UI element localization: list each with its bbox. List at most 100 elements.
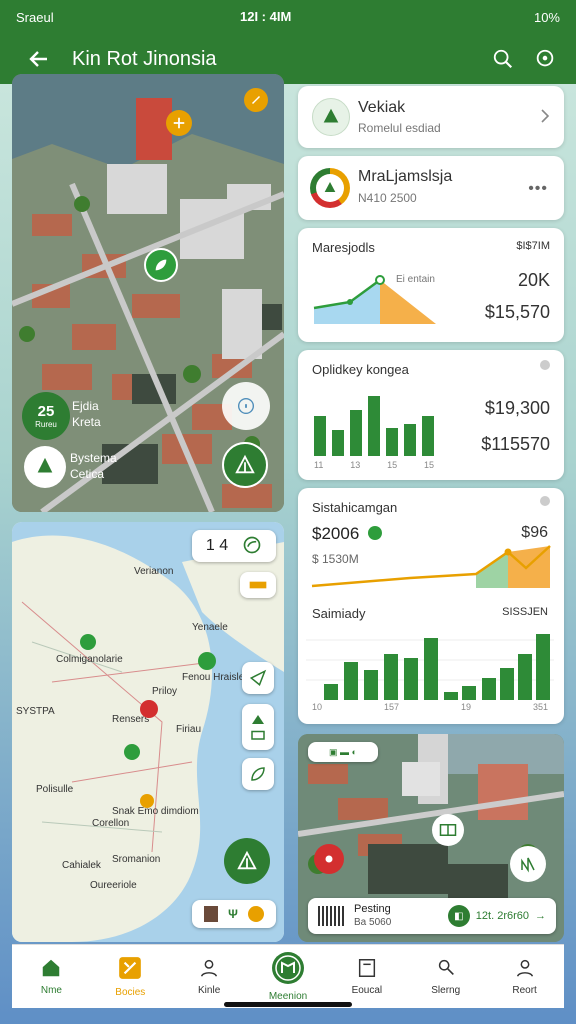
photo-tag-chip[interactable]: ▣ ▬ ◐ — [308, 742, 378, 762]
card-vekiak[interactable]: Vekiak Romelul esdiad — [298, 86, 564, 148]
photo-action[interactable]: ◧ 12t. 2r6r60 → — [447, 905, 546, 927]
card5-price: $2006 — [312, 524, 360, 543]
card5-tick-4: 351 — [532, 702, 548, 712]
map-pin-green-1[interactable] — [80, 634, 96, 650]
card2-title: MraLjamslsja — [358, 168, 453, 185]
aerial-city-map[interactable]: 25 Rureu Ejdia Kreta Bystema Cetica — [12, 74, 284, 512]
search-icon[interactable] — [486, 42, 520, 76]
card1-subtitle: Romelul esdiad — [358, 121, 441, 135]
card4-axis: 11 13 15 15 — [314, 460, 434, 470]
map-label-6: Priloy — [152, 686, 178, 697]
aerial-photo-card[interactable]: ▣ ▬ ◐ Pesting Ba 5060 ◧ 12t. 2r6r60 → — [298, 734, 564, 942]
map-pin-green-2[interactable] — [198, 652, 216, 670]
card-mraljamslsja[interactable]: MraLjamslsja N410 2500 ••• — [298, 156, 564, 220]
badge-caption: Ejdia Kreta — [72, 398, 101, 430]
map-amber-pin[interactable] — [166, 110, 192, 136]
regional-map[interactable]: Verianon Yenaele Colmiganolarie Fenou Hr… — [12, 522, 284, 942]
map-pin-amber[interactable] — [140, 794, 154, 808]
photo-red-pin[interactable] — [314, 844, 344, 874]
status-dot-icon — [540, 360, 550, 370]
bottom-navigation: Nme Bocies Kinle Meenion Eoucal Slerng R… — [12, 944, 564, 1008]
search-person-icon — [438, 959, 454, 976]
nav-item-search-person[interactable]: Slerng — [406, 945, 485, 1008]
photo-info-bar[interactable]: Pesting Ba 5060 ◧ 12t. 2r6r60 → — [308, 898, 556, 934]
map-label-14: Oureeriole — [90, 880, 137, 891]
card-maresjodls[interactable]: Maresjodls $I$7IM Ei entain 20K $15,570 — [298, 228, 564, 342]
nav-item-bookmark[interactable]: Eoucal — [327, 945, 406, 1008]
more-options-icon[interactable]: ••• — [528, 180, 548, 198]
pin-line-1: Bystema — [70, 451, 117, 465]
map-tool-2[interactable] — [242, 704, 274, 750]
leaf-badge-icon — [312, 98, 350, 136]
card5-tick-2: 157 — [383, 702, 400, 712]
page-title: Kin Rot Jinonsia — [72, 47, 217, 70]
map-small-pin[interactable] — [244, 88, 268, 112]
route-chip[interactable] — [240, 572, 276, 598]
card3-mini: Ei entain — [396, 274, 435, 285]
bar-chart-1 — [314, 396, 434, 456]
colorful-badge-icon — [310, 168, 350, 208]
map-tool-1[interactable] — [242, 662, 274, 694]
map-leaf-pin[interactable] — [144, 248, 178, 282]
thumbnail-icon — [204, 906, 219, 922]
map-label-11: Corellon — [92, 818, 130, 829]
card5-subtitle2: Saimiady — [312, 606, 366, 621]
badge-value: 25 — [37, 403, 55, 420]
photo-map-button[interactable] — [432, 814, 464, 846]
tools-icon — [119, 957, 142, 979]
map-fab[interactable] — [224, 838, 270, 884]
bar-chart-2 — [306, 634, 554, 700]
map-count-badge[interactable]: 25 Rureu — [22, 392, 70, 440]
pin-caption: Bystema Cetica — [70, 450, 117, 482]
map-icon — [272, 952, 304, 984]
user-icon — [201, 959, 218, 977]
map-label-3: Colmiganolarie — [56, 654, 123, 665]
map-pin-red[interactable] — [140, 700, 158, 718]
card-sistahicamgan[interactable]: Sistahicamgan $2006 $96 $ 1530M Saimiady… — [298, 488, 564, 724]
trees-icon: Ψ — [228, 907, 238, 921]
bookmark-icon — [358, 959, 375, 977]
card5-axis: 10 157 19 351 — [312, 702, 548, 712]
home-icon — [43, 959, 60, 977]
map-label-13: Sromanion — [112, 854, 161, 865]
map-label-10: Snak Emo dimdiom — [112, 806, 199, 817]
compass-button[interactable] — [222, 382, 270, 430]
nav-item-home[interactable]: Nme — [12, 945, 91, 1008]
back-arrow-icon[interactable] — [22, 42, 56, 76]
badge-sub: Rureu — [35, 420, 57, 429]
home-indicator — [224, 1002, 352, 1007]
nav-item-profile[interactable]: Reort — [485, 945, 564, 1008]
photo-chip-sub: Ba 5060 — [354, 917, 392, 928]
map-tool-3[interactable] — [242, 758, 274, 790]
photo-chart-button[interactable] — [510, 846, 546, 882]
tree-pin-button[interactable] — [24, 446, 66, 488]
card5-tag2: SISSJEN — [502, 606, 548, 618]
map-label-4: Fenou Hraisler — [182, 672, 248, 683]
card-oplidkey[interactable]: Oplidkey kongea 11 13 15 15 $19,300 $115… — [298, 350, 564, 480]
map-bottom-chip[interactable]: Ψ — [192, 900, 276, 928]
status-time: 12I : 4IM — [240, 9, 292, 24]
card3-title: Maresjodls — [312, 240, 375, 255]
card4-value1: $19,300 — [484, 398, 550, 418]
amber-dot-icon — [247, 906, 264, 922]
card2-subtitle: N410 2500 — [358, 191, 417, 205]
nav-label-home: Nme — [40, 985, 62, 996]
nav-label-search: Slerng — [431, 985, 461, 996]
layers-button[interactable] — [222, 442, 268, 488]
nav-item-map[interactable]: Meenion — [249, 945, 328, 1008]
nav-item-user[interactable]: Kinle — [170, 945, 249, 1008]
location-pin-icon[interactable] — [528, 42, 562, 76]
top-chip-text: 1 4 — [205, 537, 229, 554]
photo-action-icon: ◧ — [447, 905, 470, 927]
card4-value2: $115570 — [481, 434, 550, 454]
card4-title: Oplidkey kongea — [312, 362, 409, 377]
map-label-8: Firiau — [176, 724, 202, 735]
chevron-right-icon — [540, 108, 550, 129]
map-top-chip[interactable]: 1 4 — [192, 530, 276, 562]
nav-label-map: Meenion — [268, 991, 308, 1002]
arrow-right-icon: → — [535, 910, 546, 922]
card5-title: Sistahicamgan — [312, 500, 398, 515]
map-pin-green-3[interactable] — [124, 744, 140, 760]
nav-item-tools[interactable]: Bocies — [91, 945, 170, 1008]
card1-title: Vekiak — [358, 99, 406, 116]
